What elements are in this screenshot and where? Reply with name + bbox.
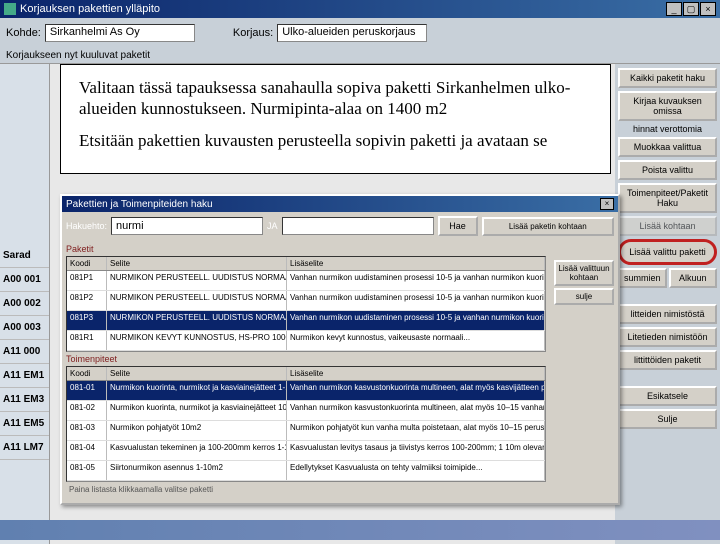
- grid-row[interactable]: 081-03Nurmikon pohjatyöt 10m2Nurmikon po…: [67, 421, 545, 441]
- toolbar: Kohde: Sirkanhelmi As Oy Korjaus: Ulko-a…: [0, 18, 720, 48]
- grid-row[interactable]: 081-04Kasvualustan tekeminen ja 100-200m…: [67, 441, 545, 461]
- dialog-close-button[interactable]: ×: [600, 198, 614, 210]
- grid-row[interactable]: 081P1NURMIKON PERUSTEELL. UUDISTUS NORMA…: [67, 271, 545, 291]
- price-note: hinnat verottomia: [618, 124, 717, 134]
- subheader: Korjaukseen nyt kuuluvat paketit: [0, 48, 720, 64]
- use-package-button[interactable]: Lisää paketin kohtaan: [482, 217, 614, 236]
- sums-button[interactable]: summien: [618, 268, 667, 288]
- search-dialog: Pakettien ja Toimenpiteiden haku × Hakue…: [60, 194, 620, 505]
- col-selite: Selite: [107, 367, 287, 380]
- kohde-combo[interactable]: Sirkanhelmi As Oy: [45, 24, 195, 42]
- top-button[interactable]: Alkuun: [669, 268, 718, 288]
- code-row[interactable]: A11 EM3: [0, 388, 49, 412]
- footer-bar: [0, 520, 720, 540]
- window-title: Korjauksen pakettien ylläpito: [20, 3, 160, 15]
- preview-button[interactable]: Esikatsele: [618, 386, 717, 406]
- dialog-titlebar: Pakettien ja Toimenpiteiden haku ×: [62, 196, 618, 212]
- litteiden-button[interactable]: litteiden nimistöstä: [618, 304, 717, 324]
- minimize-button[interactable]: _: [666, 2, 682, 16]
- close-button[interactable]: ×: [700, 2, 716, 16]
- korjaus-combo[interactable]: Ulko-alueiden peruskorjaus: [277, 24, 427, 42]
- add-selected-package-button[interactable]: Lisää valittu paketti: [618, 239, 717, 265]
- grid-row[interactable]: 081-05Siirtonurmikon asennus 1-10m2Edell…: [67, 461, 545, 481]
- dialog-footer-hint: Paina listasta klikkaamalla valitse pake…: [66, 482, 614, 497]
- edit-selected-button[interactable]: Muokkaa valittua: [618, 137, 717, 157]
- grid-row-selected[interactable]: 081P3NURMIKON PERUSTEELL. UUDISTUS NORMA…: [67, 311, 545, 331]
- littittoiden-button[interactable]: littittöiden paketit: [618, 350, 717, 370]
- toimenpiteet-grid[interactable]: Koodi Selite Lisäselite 081-01Nurmikon k…: [66, 366, 546, 482]
- grid-row[interactable]: 081P2NURMIKON PERUSTEELL. UUDISTUS NORMA…: [67, 291, 545, 311]
- col-lisa: Lisäselite: [287, 367, 545, 380]
- col-koodi: Koodi: [67, 257, 107, 270]
- left-code-column: Sarad A00 001 A00 002 A00 003 A11 000 A1…: [0, 64, 50, 544]
- grid-row-selected[interactable]: 081-01Nurmikon kuorinta, nurmikot ja kas…: [67, 381, 545, 401]
- dlg-add-button[interactable]: Lisää valittuun kohtaan: [554, 260, 614, 286]
- korjaus-label: Korjaus:: [233, 27, 273, 39]
- search-button[interactable]: Hae: [438, 216, 478, 236]
- delete-selected-button[interactable]: Poista valittu: [618, 160, 717, 180]
- main-titlebar: Korjauksen pakettien ylläpito _ ▢ ×: [0, 0, 720, 18]
- code-row[interactable]: A11 EM1: [0, 364, 49, 388]
- search-input-2[interactable]: [282, 217, 434, 235]
- code-row[interactable]: A11 LM7: [0, 436, 49, 460]
- search-input[interactable]: [111, 217, 263, 235]
- dialog-title: Pakettien ja Toimenpiteiden haku: [66, 199, 213, 210]
- dlg-close-button[interactable]: sulje: [554, 288, 614, 305]
- code-row[interactable]: A11 EM5: [0, 412, 49, 436]
- grid-row[interactable]: 081-02Nurmikon kuorinta, nurmikot ja kas…: [67, 401, 545, 421]
- col-koodi: Koodi: [67, 367, 107, 380]
- search-actions-button[interactable]: Toimenpiteet/Paketit Haku: [618, 183, 717, 213]
- right-action-panel: Kaikki paketit haku Kirjaa kuvauksen omi…: [615, 64, 720, 544]
- close-main-button[interactable]: Sulje: [618, 409, 717, 429]
- grid-row[interactable]: 081R1NURMIKON KEVYT KUNNOSTUS, HS-PRO 10…: [67, 331, 545, 351]
- annotation-note: Valitaan tässä tapauksessa sanahaulla so…: [60, 64, 611, 174]
- litetiedot-button[interactable]: Litetieden nimistöön: [618, 327, 717, 347]
- code-row[interactable]: A11 000: [0, 340, 49, 364]
- add-to-button[interactable]: Lisää kohtaan: [618, 216, 717, 236]
- maximize-button[interactable]: ▢: [683, 2, 699, 16]
- col-selite: Selite: [107, 257, 287, 270]
- kohde-label: Kohde:: [6, 27, 41, 39]
- search-label: Hakuehto:: [66, 221, 107, 231]
- paketit-grid[interactable]: Koodi Selite Lisäselite 081P1NURMIKON PE…: [66, 256, 546, 352]
- col-lisa: Lisäselite: [287, 257, 545, 270]
- note-p2: Etsitään pakettien kuvausten perusteella…: [79, 130, 592, 151]
- all-packages-button[interactable]: Kaikki paketit haku: [618, 68, 717, 88]
- code-row[interactable]: A00 003: [0, 316, 49, 340]
- paketit-label: Paketit: [66, 242, 614, 256]
- write-desc-button[interactable]: Kirjaa kuvauksen omissa: [618, 91, 717, 121]
- code-row[interactable]: A00 001: [0, 268, 49, 292]
- note-p1: Valitaan tässä tapauksessa sanahaulla so…: [79, 77, 592, 120]
- code-row[interactable]: A00 002: [0, 292, 49, 316]
- toimenpiteet-label: Toimenpiteet: [66, 352, 614, 366]
- and-label: JA: [267, 221, 278, 231]
- app-icon: [4, 3, 16, 15]
- code-row[interactable]: Sarad: [0, 244, 49, 268]
